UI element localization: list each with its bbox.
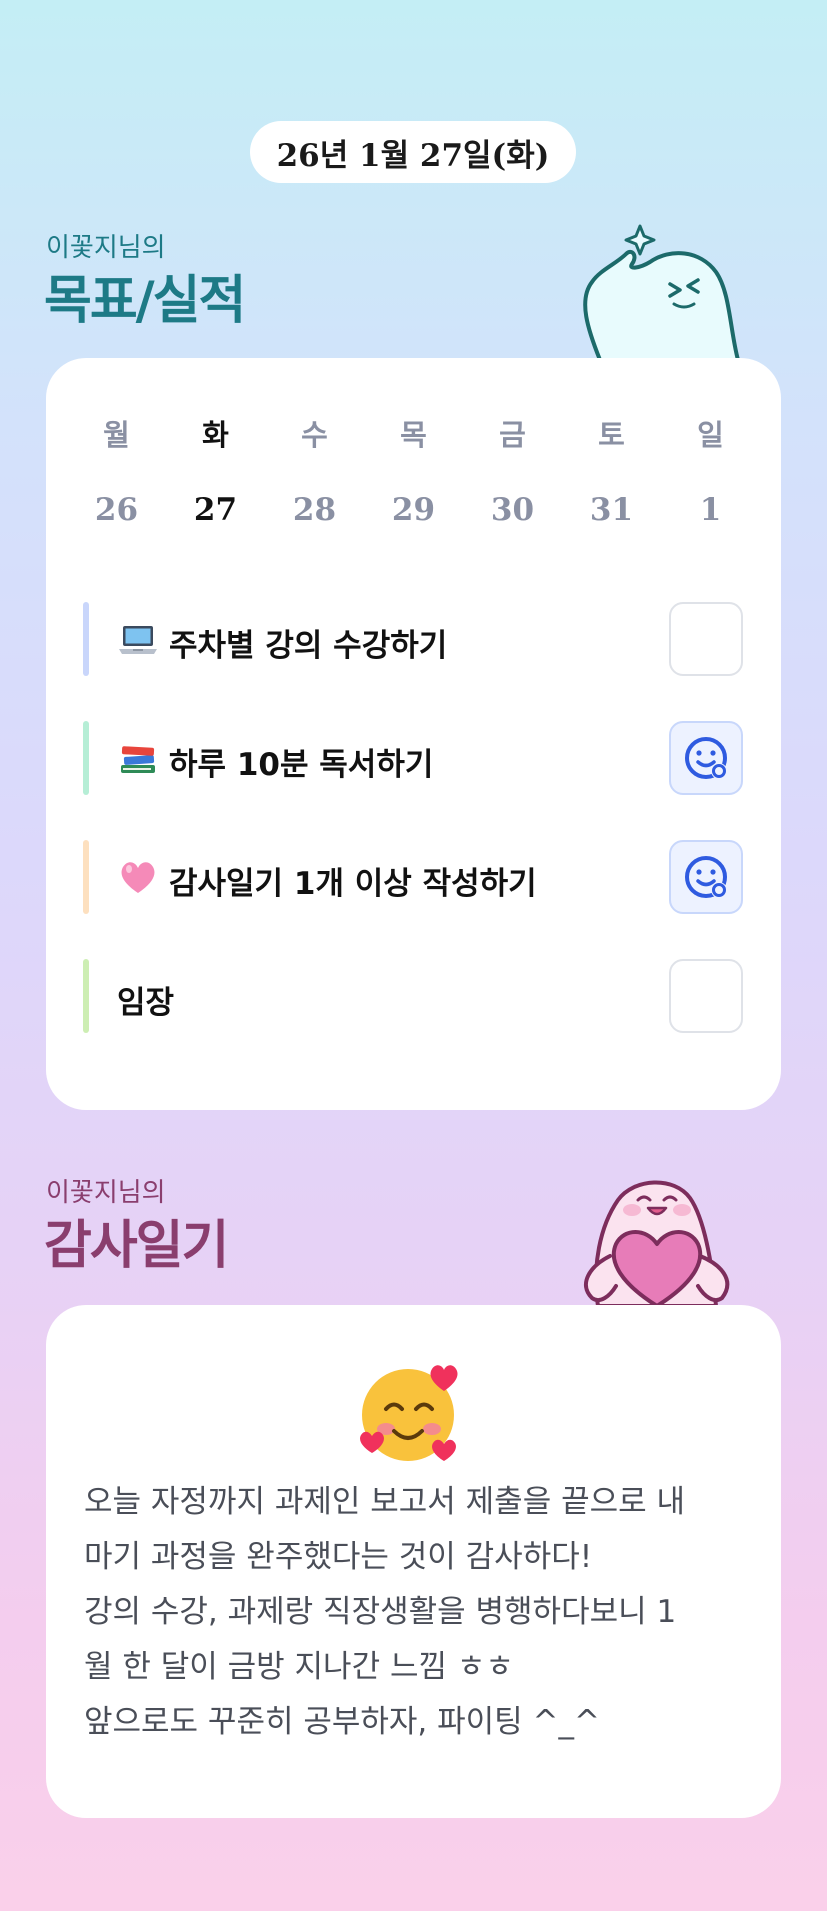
- calendar-day-tue-selected[interactable]: 화 27: [166, 412, 265, 528]
- task-checkbox-checked[interactable]: [669, 721, 743, 795]
- day-date: 30: [490, 492, 535, 528]
- calendar-day-mon[interactable]: 월 26: [67, 412, 166, 528]
- task-item: 임장: [83, 959, 743, 1033]
- calendar-day-wed[interactable]: 수 28: [265, 412, 364, 528]
- day-name: 금: [499, 418, 526, 452]
- task-color-bar: [83, 959, 89, 1033]
- smile-check-icon: [685, 856, 727, 898]
- goals-section-title: 목표/실적: [44, 271, 246, 331]
- laptop-icon: [119, 626, 157, 654]
- diary-line: 마기 과정을 완주했다는 것이 감사하다!: [84, 1539, 593, 1575]
- books-icon: [121, 746, 155, 773]
- smiling-face-with-hearts-icon: [360, 1365, 458, 1461]
- task-checkbox[interactable]: [669, 602, 743, 676]
- diary-section-title: 감사일기: [44, 1216, 229, 1276]
- day-name: 화: [202, 418, 229, 452]
- task-label: 임장: [117, 985, 175, 1021]
- day-name: 월: [103, 418, 130, 452]
- day-name: 토: [598, 418, 625, 452]
- task-color-bar: [83, 602, 89, 676]
- task-checkbox[interactable]: [669, 959, 743, 1033]
- diary-card: 오늘 자정까지 과제인 보고서 제출을 끝으로 내 마기 과정을 완주했다는 것…: [46, 1305, 781, 1818]
- calendar-day-fri[interactable]: 금 30: [463, 412, 562, 528]
- task-label: 감사일기 1개 이상 작성하기: [169, 866, 537, 902]
- task-checkbox-checked[interactable]: [669, 840, 743, 914]
- calendar-day-sun[interactable]: 일 1: [661, 412, 760, 528]
- day-date: 27: [193, 492, 238, 528]
- date-pill[interactable]: 26년 1월 27일(화): [250, 121, 576, 183]
- task-label: 주차별 강의 수강하기: [169, 628, 448, 664]
- pink-heart-icon: [121, 862, 155, 893]
- task-item: 감사일기 1개 이상 작성하기: [83, 840, 743, 914]
- goals-card: 월 26 화 27 수 28 목 29 금 30 토 31 일 1 주차별 강의…: [46, 358, 781, 1110]
- diary-line: 강의 수강, 과제랑 직장생활을 병행하다보니 1: [84, 1594, 677, 1630]
- day-date: 31: [589, 492, 634, 528]
- day-date: 29: [391, 492, 436, 528]
- task-item: 주차별 강의 수강하기: [83, 602, 743, 676]
- ghost-mascot-icon: [583, 224, 740, 360]
- day-date: 28: [292, 492, 337, 528]
- ghost-with-heart-mascot-icon: [584, 1180, 730, 1306]
- diary-text: 오늘 자정까지 과제인 보고서 제출을 끝으로 내 마기 과정을 완주했다는 것…: [84, 1475, 754, 1750]
- task-color-bar: [83, 840, 89, 914]
- task-item: 하루 10분 독서하기: [83, 721, 743, 795]
- day-date: 26: [94, 492, 139, 528]
- smile-check-icon: [685, 737, 727, 779]
- diary-line: 오늘 자정까지 과제인 보고서 제출을 끝으로 내: [84, 1484, 686, 1520]
- diary-line: 월 한 달이 금방 지나간 느낌 ㅎㅎ: [84, 1649, 514, 1685]
- day-date: 1: [699, 492, 722, 528]
- calendar-day-sat[interactable]: 토 31: [562, 412, 661, 528]
- day-name: 목: [400, 418, 427, 452]
- task-label: 하루 10분 독서하기: [169, 747, 434, 783]
- diary-line: 앞으로도 꾸준히 공부하자, 파이팅 ^_^: [84, 1704, 600, 1740]
- week-calendar: 월 26 화 27 수 28 목 29 금 30 토 31 일 1: [46, 412, 781, 528]
- day-name: 일: [697, 418, 724, 452]
- day-name: 수: [301, 418, 328, 452]
- date-label: 26년 1월 27일(화): [276, 137, 550, 174]
- calendar-day-thu[interactable]: 목 29: [364, 412, 463, 528]
- task-color-bar: [83, 721, 89, 795]
